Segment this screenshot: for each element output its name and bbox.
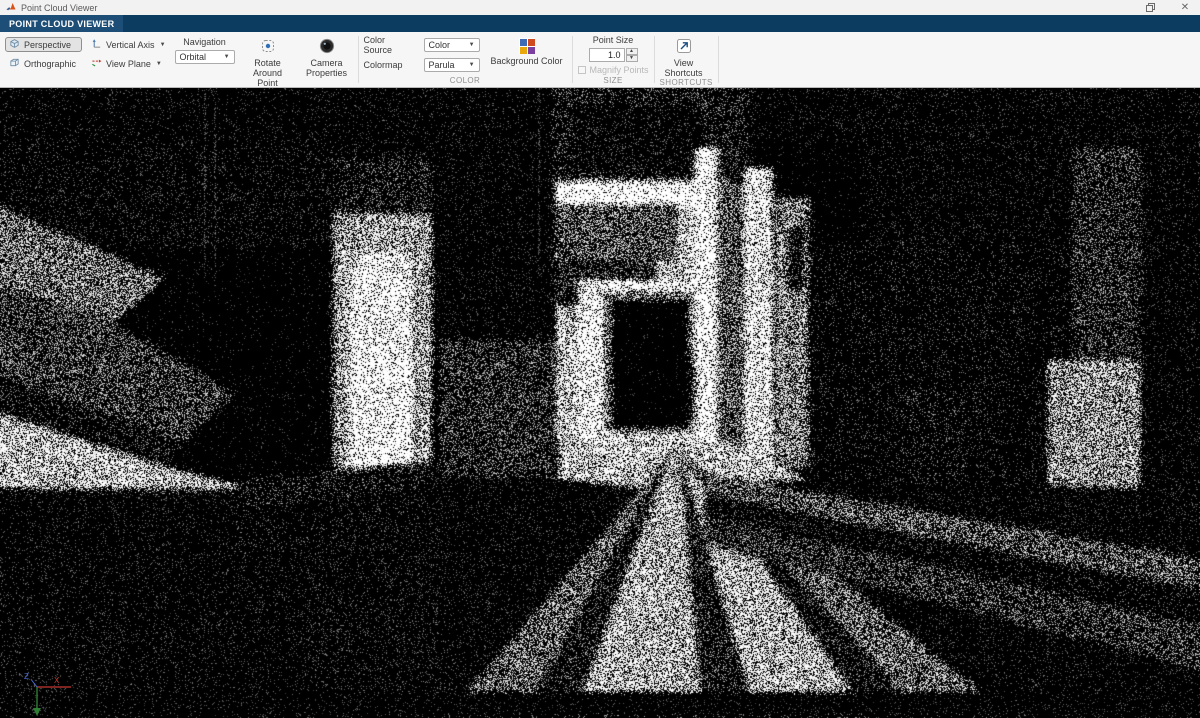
navigation-select[interactable]: Orbital ▼ bbox=[175, 50, 235, 64]
tab-point-cloud-viewer[interactable]: POINT CLOUD VIEWER bbox=[0, 15, 123, 32]
ribbon-tabbar: POINT CLOUD VIEWER bbox=[0, 15, 1200, 32]
background-color-icon bbox=[519, 38, 535, 54]
orthographic-button[interactable]: Orthographic bbox=[5, 56, 82, 71]
close-icon: ✕ bbox=[1181, 3, 1189, 13]
magnify-points-label: Magnify Points bbox=[590, 65, 649, 75]
colormap-select[interactable]: Parula ▼ bbox=[424, 58, 480, 72]
view-plane-icon bbox=[91, 57, 102, 70]
rotate-around-point-icon bbox=[260, 38, 276, 56]
camera-properties-icon bbox=[319, 38, 335, 56]
section-size: Point Size 1.0 ▲ ▼ Magnify Points SIZE bbox=[573, 32, 654, 87]
view-plane-dropdown[interactable]: View Plane ▼ bbox=[89, 56, 167, 71]
colormap-label: Colormap bbox=[364, 60, 416, 70]
close-window-button[interactable]: ✕ bbox=[1170, 0, 1200, 15]
view-shortcuts-button[interactable]: View Shortcuts bbox=[660, 37, 708, 78]
chevron-down-icon: ▼ bbox=[160, 42, 166, 48]
perspective-icon bbox=[9, 38, 20, 51]
point-cloud-viewer-window: Point Cloud Viewer ✕ POINT CLOUD VIEWER … bbox=[0, 0, 1200, 718]
viewport: X Z bbox=[0, 88, 1200, 718]
background-color-label: Background Color bbox=[490, 56, 562, 66]
color-source-label: Color Source bbox=[364, 35, 416, 55]
point-size-stepper: 1.0 ▲ ▼ bbox=[589, 48, 638, 62]
point-size-label: Point Size bbox=[593, 35, 634, 45]
chevron-down-icon: ▼ bbox=[156, 61, 162, 67]
point-size-input[interactable]: 1.0 bbox=[589, 48, 625, 62]
vertical-axis-dropdown[interactable]: Vertical Axis ▼ bbox=[89, 37, 167, 52]
color-source-value: Color bbox=[429, 40, 451, 50]
orthographic-label: Orthographic bbox=[24, 59, 76, 69]
vertical-axis-label: Vertical Axis bbox=[106, 40, 155, 50]
section-color: Color Source Color ▼ Colormap Parula ▼ bbox=[359, 32, 572, 87]
chevron-down-icon: ▼ bbox=[224, 54, 230, 60]
perspective-label: Perspective bbox=[24, 40, 71, 50]
window-title: Point Cloud Viewer bbox=[21, 3, 97, 13]
toolstrip: Perspective Orthographic Vertica bbox=[0, 32, 1200, 88]
chevron-down-icon: ▼ bbox=[629, 56, 634, 61]
orthographic-icon bbox=[9, 57, 20, 70]
spinner-down-button[interactable]: ▼ bbox=[626, 55, 638, 62]
view-shortcuts-label: View Shortcuts bbox=[660, 58, 708, 78]
navigation-value: Orbital bbox=[180, 52, 207, 62]
restore-window-button[interactable] bbox=[1135, 0, 1165, 15]
chevron-down-icon: ▼ bbox=[469, 62, 475, 68]
section-camera: Perspective Orthographic Vertica bbox=[0, 32, 358, 87]
colormap-value: Parula bbox=[429, 60, 455, 70]
section-label-color: COLOR bbox=[364, 76, 567, 87]
navigation-label: Navigation bbox=[183, 37, 226, 47]
camera-properties-label: Camera Properties bbox=[301, 58, 353, 78]
background-color-button[interactable]: Background Color bbox=[487, 37, 567, 66]
chevron-down-icon: ▼ bbox=[469, 42, 475, 48]
vertical-axis-icon bbox=[91, 38, 102, 51]
color-source-select[interactable]: Color ▼ bbox=[424, 38, 480, 52]
section-shortcuts: View Shortcuts SHORTCUTS bbox=[655, 32, 718, 87]
view-shortcuts-icon bbox=[676, 38, 692, 56]
view-plane-label: View Plane bbox=[106, 59, 151, 69]
restore-icon bbox=[1146, 3, 1155, 12]
rotate-around-point-label: Rotate Around Point bbox=[242, 58, 294, 88]
section-label-size: SIZE bbox=[578, 76, 649, 87]
spinner-up-button[interactable]: ▲ bbox=[626, 48, 638, 55]
camera-properties-button[interactable]: Camera Properties bbox=[301, 37, 353, 78]
rotate-around-point-button[interactable]: Rotate Around Point bbox=[242, 37, 294, 88]
point-cloud-canvas[interactable] bbox=[0, 88, 1200, 718]
magnify-points-checkbox bbox=[578, 66, 586, 74]
titlebar: Point Cloud Viewer ✕ bbox=[0, 0, 1200, 15]
chevron-up-icon: ▲ bbox=[629, 49, 634, 54]
perspective-button[interactable]: Perspective bbox=[5, 37, 82, 52]
